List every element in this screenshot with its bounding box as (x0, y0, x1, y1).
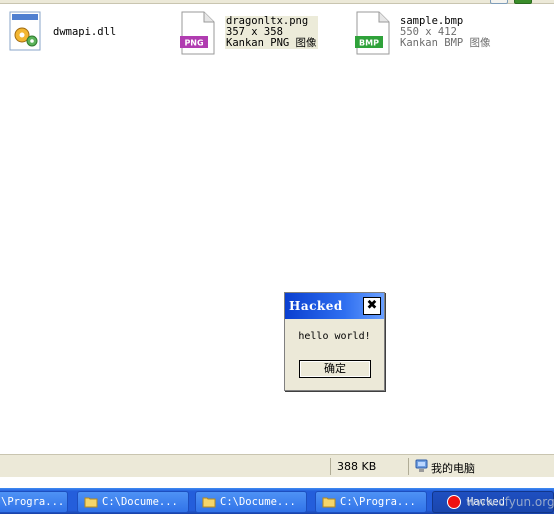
hacked-dialog: Hacked ✖ hello world! 确定 (284, 292, 385, 391)
dialog-message: hello world! (298, 331, 371, 342)
file-meta: sample.bmp 550 x 412 Kankan BMP 图像 (400, 16, 491, 49)
file-type: Kankan PNG 图像 (226, 37, 317, 49)
taskbar-item-label: C:\Progra... (340, 496, 416, 508)
app-icon (447, 495, 461, 509)
file-meta: dwmapi.dll (53, 27, 116, 38)
taskbar-item-label: C:\Docume... (102, 496, 178, 508)
png-file-icon: PNG (180, 11, 215, 55)
dll-gear-icon (9, 11, 41, 51)
status-bar: 388 KB 我的电脑 (0, 454, 554, 477)
taskbar-item-label: C:\Docume... (220, 496, 296, 508)
status-location: 我的电脑 (431, 462, 475, 475)
taskbar-item[interactable]: C:\Progra... (315, 491, 427, 513)
status-size: 388 KB (337, 460, 377, 473)
file-item-dwmapi[interactable]: dwmapi.dll (8, 10, 168, 60)
bmp-badge-label: BMP (359, 39, 379, 48)
file-type: Kankan BMP 图像 (400, 37, 491, 49)
ok-button[interactable]: 确定 (299, 360, 371, 378)
png-badge-label: PNG (184, 39, 203, 48)
window-button[interactable] (490, 0, 508, 4)
taskbar-item-active[interactable]: Hacked (432, 491, 554, 513)
status-cell-size: 388 KB (330, 458, 406, 475)
taskbar-item[interactable]: C:\Docume... (77, 491, 189, 513)
go-button[interactable] (514, 0, 532, 4)
status-cell-location: 我的电脑 (408, 458, 554, 475)
my-computer-icon (415, 459, 428, 472)
folder-icon (322, 497, 336, 508)
file-item-sample[interactable]: BMP sample.bmp 550 x 412 Kankan BMP 图像 (355, 10, 525, 60)
taskbar-item[interactable]: C:\Docume... (195, 491, 307, 513)
dialog-title: Hacked (289, 299, 343, 313)
file-meta: dragonltx.png 357 x 358 Kankan PNG 图像 (225, 16, 318, 49)
window-top-edge (0, 0, 554, 4)
taskbar-item-label: \Progra... (1, 496, 65, 508)
file-name: dwmapi.dll (53, 26, 117, 38)
close-button[interactable]: ✖ (363, 297, 381, 315)
folder-icon (202, 497, 216, 508)
folder-icon (84, 497, 98, 508)
dialog-titlebar[interactable]: Hacked ✖ (285, 293, 384, 319)
taskbar-item-label: Hacked (467, 496, 505, 508)
taskbar: \Progra... C:\Docume... C:\Docume... C:\… (0, 488, 554, 514)
taskbar-item[interactable]: \Progra... (0, 491, 68, 513)
file-item-dragonltx[interactable]: PNG dragonltx.png 357 x 358 Kankan PNG 图… (180, 10, 350, 60)
status-cell-info (0, 458, 328, 475)
bmp-file-icon: BMP (355, 11, 390, 55)
